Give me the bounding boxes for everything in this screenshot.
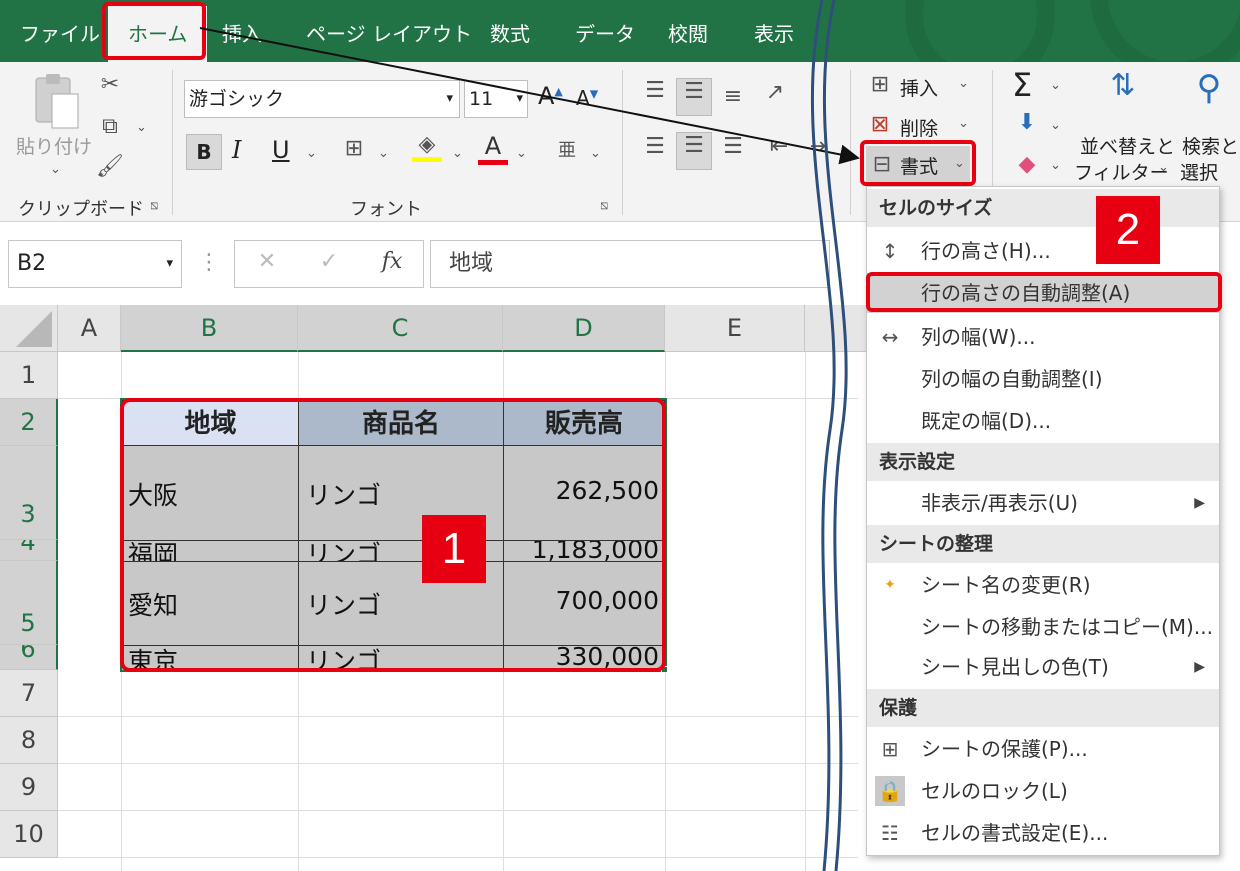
break-line (810, 0, 836, 871)
row-height-icon: ↕ (881, 239, 899, 263)
menu-item-move-copy-label: シートの移動またはコピー(M)... (921, 615, 1213, 639)
protect-sheet-icon: ⊞ (881, 737, 899, 761)
menu-item-autofit-column-width[interactable]: 列の幅の自動調整(I) (867, 359, 1219, 399)
submenu-arrow-icon: ▶ (1194, 659, 1205, 675)
menu-item-row-height[interactable]: ↕ 行の高さ(H)... (867, 231, 1219, 271)
menu-item-move-copy-sheet[interactable]: シートの移動またはコピー(M)... (867, 607, 1219, 647)
lock-icon: 🔒 (875, 776, 905, 806)
menu-item-hide-unhide[interactable]: 非表示/再表示(U) ▶ (867, 483, 1219, 523)
column-width-icon: ↔ (881, 325, 899, 349)
submenu-arrow-icon: ▶ (1194, 495, 1205, 511)
menu-item-lock-cell-label: セルのロック(L) (921, 779, 1068, 803)
menu-item-hide-unhide-label: 非表示/再表示(U) (921, 491, 1078, 515)
menu-item-format-cells[interactable]: ☷ セルの書式設定(E)... (867, 813, 1219, 853)
menu-section-visibility: 表示設定 (867, 443, 1219, 481)
menu-item-column-width[interactable]: ↔ 列の幅(W)... (867, 317, 1219, 357)
menu-section-organize: シートの整理 (867, 525, 1219, 563)
menu-item-rename-sheet[interactable]: ✦ シート名の変更(R) (867, 565, 1219, 605)
rename-sheet-icon: ✦ (884, 577, 896, 593)
menu-item-column-width-label: 列の幅(W)... (921, 325, 1036, 349)
menu-item-protect-sheet-label: シートの保護(P)... (921, 737, 1088, 761)
step-badge-2: 2 (1096, 196, 1160, 264)
menu-item-autofit-col-label: 列の幅の自動調整(I) (921, 367, 1103, 391)
menu-item-tab-color-label: シート見出しの色(T) (921, 655, 1109, 679)
format-cells-dialog-icon: ☷ (881, 821, 899, 845)
menu-item-row-height-label: 行の高さ(H)... (921, 239, 1051, 263)
menu-item-default-width[interactable]: 既定の幅(D)... (867, 401, 1219, 441)
highlight-autofit-row (866, 272, 1222, 312)
menu-item-default-width-label: 既定の幅(D)... (921, 409, 1052, 433)
menu-item-tab-color[interactable]: シート見出しの色(T) ▶ (867, 647, 1219, 687)
menu-section-cell-size: セルのサイズ (867, 189, 1219, 227)
menu-item-rename-sheet-label: シート名の変更(R) (921, 573, 1091, 597)
menu-item-format-cells-label: セルの書式設定(E)... (921, 821, 1109, 845)
menu-section-protection: 保護 (867, 689, 1219, 727)
menu-item-protect-sheet[interactable]: ⊞ シートの保護(P)... (867, 729, 1219, 769)
arrow-to-format (199, 27, 860, 165)
menu-item-lock-cell[interactable]: 🔒 セルのロック(L) (867, 771, 1219, 811)
